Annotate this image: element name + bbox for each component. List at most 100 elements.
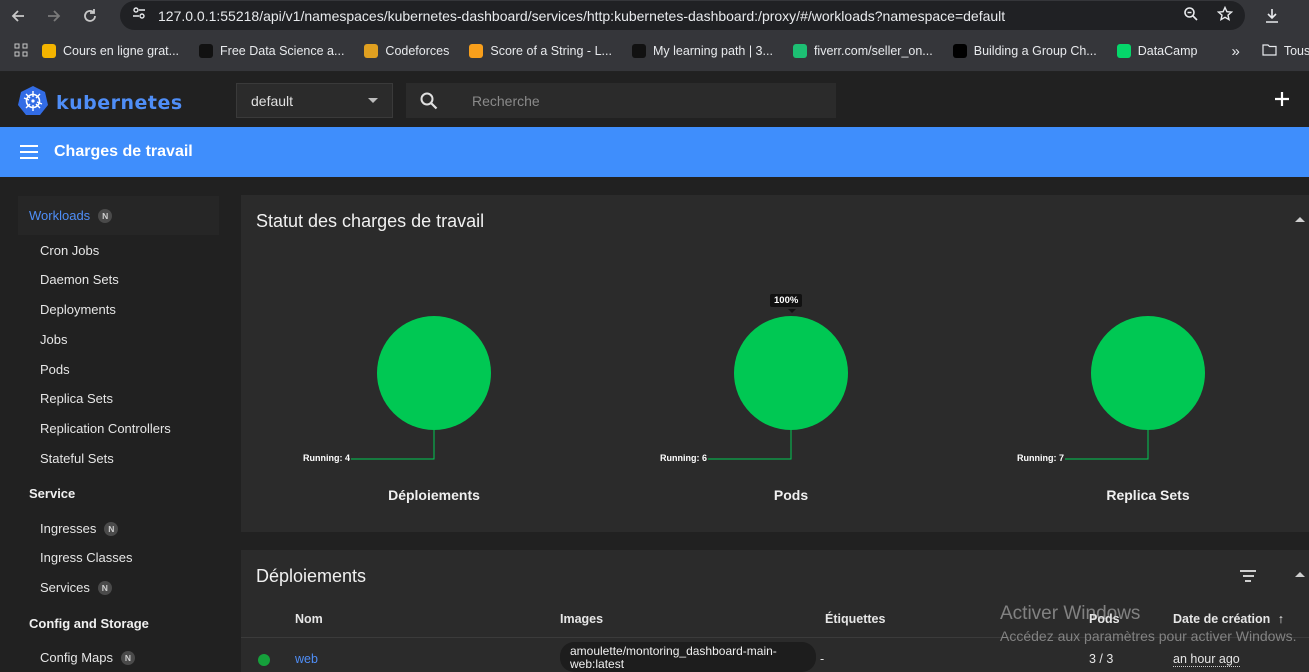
screen: 127.0.0.1:55218/api/v1/namespaces/kubern…: [0, 0, 1309, 672]
replica-sets-running-slice[interactable]: [1091, 316, 1205, 430]
sidebar-item-replication-controllers[interactable]: Replication Controllers: [40, 421, 171, 436]
card-title: Déploiements: [256, 566, 367, 586]
sidebar-heading-config-storage[interactable]: Config and Storage: [29, 616, 149, 631]
sidebar-item-deployments[interactable]: Deployments: [40, 302, 116, 317]
legend-leader-line: [708, 430, 792, 460]
search-icon: [406, 92, 452, 110]
windows-activation-subtitle: Accédez aux paramètres pour activer Wind…: [1000, 628, 1297, 644]
deployments-card: Déploiements Nom Images Étiquettes Pods …: [241, 550, 1309, 672]
other-bookmarks-folder[interactable]: Tous le: [1262, 43, 1309, 59]
status-running-icon: [258, 654, 270, 666]
pods-cell: 3 / 3: [1089, 652, 1114, 666]
reload-icon[interactable]: [72, 0, 108, 31]
kubernetes-helm-icon: [18, 85, 48, 120]
download-icon[interactable]: [1260, 0, 1284, 31]
namespaced-badge: N: [97, 580, 112, 595]
namespaced-badge: N: [120, 650, 135, 665]
bookmark-favicon-icon: [42, 44, 56, 58]
create-resource-button[interactable]: [1270, 86, 1294, 110]
bookmark-favicon-icon: [364, 44, 379, 58]
sidebar-item-ingress-classes[interactable]: Ingress Classes: [40, 550, 132, 565]
sidebar-heading-service[interactable]: Service: [29, 486, 75, 501]
address-bar[interactable]: 127.0.0.1:55218/api/v1/namespaces/kubern…: [120, 1, 1245, 30]
bookmarks-overflow-icon[interactable]: »: [1231, 43, 1239, 60]
bookmark-item[interactable]: Free Data Science a...: [199, 44, 344, 58]
sidebar-item-label: Workloads: [29, 208, 91, 223]
bookmark-item[interactable]: fiverr.com/seller_on...: [792, 44, 933, 58]
url-text[interactable]: 127.0.0.1:55218/api/v1/namespaces/kubern…: [158, 8, 1005, 24]
kubernetes-logo[interactable]: kubernetes: [18, 85, 183, 120]
sidebar-item-replica-sets[interactable]: Replica Sets: [40, 391, 113, 406]
site-info-icon[interactable]: [132, 6, 146, 25]
sidebar-item-jobs[interactable]: Jobs: [40, 332, 67, 347]
bookmark-item[interactable]: Cours en ligne grat...: [42, 44, 179, 58]
bookmark-item[interactable]: Score of a String - L...: [469, 44, 612, 58]
folder-icon: [1262, 43, 1277, 59]
bookmark-favicon-icon: [631, 44, 646, 58]
chart-tooltip: 100%: [770, 294, 803, 307]
browser-toolbar: 127.0.0.1:55218/api/v1/namespaces/kubern…: [0, 0, 1309, 31]
back-icon[interactable]: [0, 0, 36, 31]
workload-status-card: Statut des charges de travail Running: 4…: [241, 195, 1309, 532]
namespace-select[interactable]: default: [236, 83, 393, 118]
bookmark-item[interactable]: DataCamp: [1116, 44, 1197, 58]
deployments-running-slice[interactable]: [377, 316, 491, 430]
sidebar-item-daemon-sets[interactable]: Daemon Sets: [40, 272, 119, 287]
filter-icon[interactable]: [1240, 570, 1256, 584]
forward-icon[interactable]: [36, 0, 72, 31]
logo-text: kubernetes: [56, 91, 183, 114]
sidebar-item-workloads[interactable]: Workloads N: [18, 196, 219, 235]
image-chip: amoulette/montoring_dashboard-main-web:l…: [560, 642, 816, 672]
legend-leader-line: [351, 430, 435, 460]
hamburger-menu-icon[interactable]: [20, 145, 38, 159]
sidebar-item-stateful-sets[interactable]: Stateful Sets: [40, 451, 114, 466]
bookmark-favicon-icon: [1116, 44, 1131, 58]
deployments-status-chart: [351, 316, 491, 460]
sidebar-item-pods[interactable]: Pods: [40, 362, 70, 377]
page-title: Charges de travail: [54, 143, 193, 160]
column-header-images: Images: [560, 612, 604, 626]
search-input[interactable]: [472, 92, 832, 109]
bookmark-favicon-icon: [792, 44, 807, 58]
sidebar: Workloads N Cron Jobs Daemon Sets Deploy…: [0, 177, 232, 672]
sidebar-item-cron-jobs[interactable]: Cron Jobs: [40, 243, 99, 258]
replica-sets-status-chart: [1065, 316, 1205, 460]
apps-grid-icon[interactable]: [14, 43, 28, 60]
search-box[interactable]: [406, 83, 836, 118]
card-title: Statut des charges de travail: [256, 211, 485, 231]
legend-leader-line: [1065, 430, 1149, 460]
sidebar-item-services[interactable]: Services N: [40, 580, 112, 595]
bookmark-favicon-icon: [199, 44, 214, 58]
zoom-icon[interactable]: [1183, 6, 1199, 26]
pods-running-slice[interactable]: [734, 316, 848, 430]
column-header-name[interactable]: Nom: [295, 612, 323, 626]
app-header: kubernetes default: [0, 72, 1309, 127]
replica-sets-chart-title: Replica Sets: [1106, 487, 1190, 503]
column-header-created[interactable]: Date de création ↑: [1173, 612, 1284, 626]
bookmark-item[interactable]: My learning path | 3...: [631, 44, 773, 58]
pods-legend: Running: 6: [660, 453, 707, 463]
namespace-value: default: [251, 92, 294, 109]
sort-arrow-up-icon: ↑: [1277, 612, 1284, 626]
deployment-name-link[interactable]: web: [295, 652, 318, 666]
deployments-legend: Running: 4: [303, 453, 350, 463]
pods-chart-title: Pods: [773, 487, 809, 503]
sidebar-item-ingresses[interactable]: Ingresses N: [40, 521, 119, 536]
labels-cell: -: [820, 652, 825, 666]
caret-down-icon: [368, 98, 378, 103]
collapse-icon[interactable]: [1295, 572, 1305, 577]
pods-status-chart: [708, 316, 848, 460]
bookmark-star-icon[interactable]: [1216, 5, 1234, 26]
sidebar-item-config-maps[interactable]: Config Maps N: [40, 650, 135, 665]
bookmark-item[interactable]: Codeforces: [364, 44, 449, 58]
deployments-chart-title: Déploiements: [388, 487, 480, 503]
bookmark-favicon-icon: [469, 44, 484, 58]
collapse-icon[interactable]: [1295, 217, 1305, 222]
bookmarks-bar: Cours en ligne grat... Free Data Science…: [0, 31, 1309, 72]
column-header-labels: Étiquettes: [825, 612, 886, 626]
replica-sets-legend: Running: 7: [1017, 453, 1064, 463]
namespaced-badge: N: [104, 521, 119, 536]
bookmark-item[interactable]: Building a Group Ch...: [952, 44, 1097, 58]
bookmark-favicon-icon: [952, 44, 967, 58]
windows-activation-title: Activer Windows: [1000, 603, 1141, 624]
